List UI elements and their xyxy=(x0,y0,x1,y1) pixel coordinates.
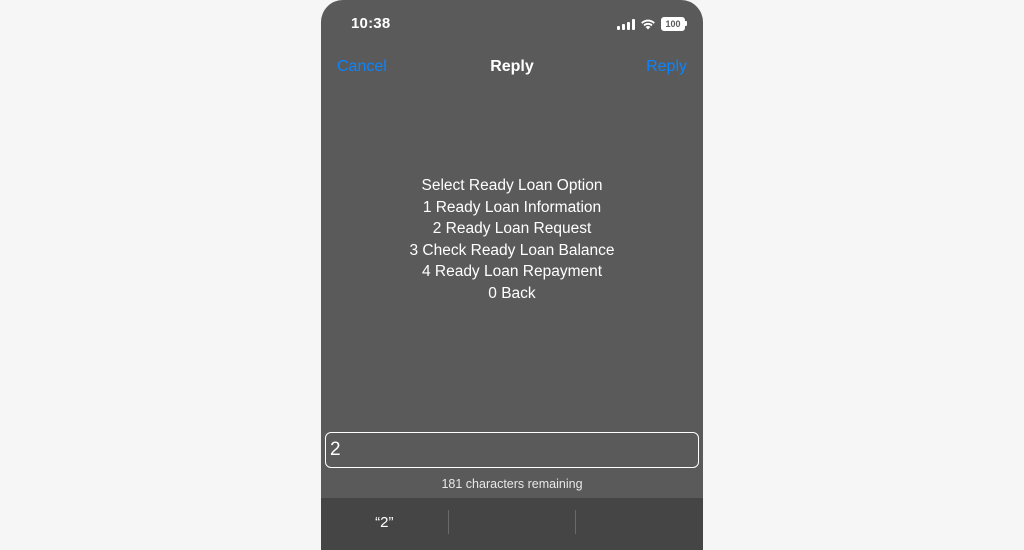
suggestion-item[interactable] xyxy=(576,498,703,550)
reply-input[interactable] xyxy=(325,432,699,468)
message-line: 3 Check Ready Loan Balance xyxy=(409,241,615,259)
message-line: Select Ready Loan Option xyxy=(421,177,603,194)
keyboard-suggestion-bar: “2” xyxy=(321,498,703,550)
signal-icon xyxy=(617,18,635,30)
wifi-icon xyxy=(641,19,655,30)
suggestion-item[interactable]: “2” xyxy=(321,498,448,550)
phone-screen: 10:38 100 Cancel Reply Reply Select Read… xyxy=(321,0,703,550)
status-icons: 100 xyxy=(617,16,687,32)
status-bar: 10:38 100 xyxy=(321,0,703,48)
reply-button[interactable]: Reply xyxy=(646,58,687,76)
nav-bar: Cancel Reply Reply xyxy=(321,54,703,82)
suggestion-item[interactable] xyxy=(449,498,576,550)
message-line: 4 Ready Loan Repayment xyxy=(421,263,603,281)
message-line: 2 Ready Loan Request xyxy=(432,220,592,238)
status-time: 10:38 xyxy=(351,15,391,32)
message-line: 1 Ready Loan Information xyxy=(422,198,602,216)
characters-remaining: 181 characters remaining xyxy=(441,477,583,491)
ussd-message: Select Ready Loan Option 1 Ready Loan In… xyxy=(321,175,703,305)
battery-icon: 100 xyxy=(661,17,687,31)
message-line: 0 Back xyxy=(488,284,536,302)
